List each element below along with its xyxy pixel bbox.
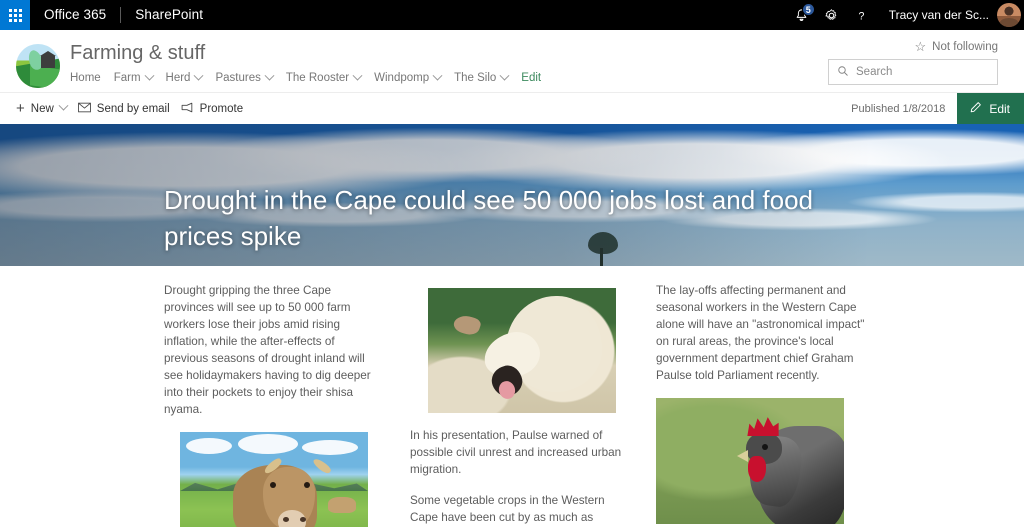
chevron-down-icon bbox=[432, 70, 443, 81]
send-by-email-label: Send by email bbox=[96, 102, 170, 115]
chevron-down-icon bbox=[144, 70, 154, 81]
nav-item-farm[interactable]: Farm bbox=[114, 68, 166, 88]
notification-badge: 5 bbox=[801, 3, 815, 16]
new-button[interactable]: + New bbox=[16, 93, 78, 125]
search-box[interactable] bbox=[828, 59, 998, 85]
chevron-down-icon bbox=[264, 70, 275, 81]
rooster-beak-shape bbox=[737, 450, 748, 462]
search-icon bbox=[837, 65, 849, 80]
hero-title: Drought in the Cape could see 50 000 job… bbox=[164, 185, 814, 251]
chevron-down-icon bbox=[352, 70, 363, 81]
nav-item-label: Herd bbox=[165, 72, 191, 84]
megaphone-icon bbox=[181, 102, 194, 116]
cloud-shape bbox=[238, 434, 298, 454]
site-title-block: Farming & stuff Home Farm Herd Pastures … bbox=[70, 38, 554, 88]
send-by-email-button[interactable]: Send by email bbox=[77, 93, 181, 125]
page-title: Farming & stuff bbox=[70, 42, 206, 64]
plus-icon: + bbox=[16, 100, 25, 117]
site-header: Farming & stuff Home Farm Herd Pastures … bbox=[0, 30, 1024, 92]
logo-barn-shape bbox=[40, 51, 56, 68]
article-column-three: The lay-offs affecting permanent and sea… bbox=[656, 282, 868, 527]
nav-item-windpomp[interactable]: Windpomp bbox=[374, 68, 454, 88]
user-name-label[interactable]: Tracy van der Sc... bbox=[877, 8, 997, 22]
follow-toggle[interactable]: ☆ Not following bbox=[915, 40, 999, 53]
chevron-down-icon bbox=[58, 100, 69, 111]
column-three-paragraph: The lay-offs affecting permanent and sea… bbox=[656, 284, 865, 382]
rooster-photo bbox=[656, 398, 844, 524]
column-two-paragraph-one: In his presentation, Paulse warned of po… bbox=[410, 429, 622, 476]
follow-label: Not following bbox=[932, 40, 998, 53]
gear-icon[interactable] bbox=[817, 0, 847, 30]
pencil-icon bbox=[969, 101, 982, 117]
search-input[interactable] bbox=[856, 66, 989, 78]
distant-cow-shape bbox=[328, 497, 356, 513]
nav-item-label: The Silo bbox=[454, 72, 497, 84]
hero-banner: Drought in the Cape could see 50 000 job… bbox=[0, 124, 1024, 266]
rooster-wattle-shape bbox=[748, 456, 766, 482]
command-bar-right: Published 1/8/2018 Edit bbox=[839, 92, 1024, 125]
suite-bar-right: 5 ? Tracy van der Sc... bbox=[787, 0, 1024, 30]
nav-item-the-rooster[interactable]: The Rooster bbox=[286, 68, 374, 88]
nav-item-label: Home bbox=[70, 72, 101, 84]
article-body: Drought gripping the three Cape province… bbox=[0, 266, 1024, 527]
nav-item-the-silo[interactable]: The Silo bbox=[454, 68, 521, 88]
column-two-paragraph-two: Some vegetable crops in the Western Cape… bbox=[410, 494, 605, 524]
suite-bar: Office 365 SharePoint 5 ? Tracy van der … bbox=[0, 0, 1024, 30]
app-launcher-waffle-icon[interactable] bbox=[0, 0, 30, 30]
nav-item-label: Edit bbox=[521, 72, 542, 84]
waffle-grid bbox=[8, 8, 22, 22]
nav-item-edit[interactable]: Edit bbox=[521, 68, 554, 88]
sharepoint-link[interactable]: SharePoint bbox=[121, 0, 217, 30]
new-label: New bbox=[30, 102, 54, 115]
chevron-down-icon bbox=[499, 70, 510, 81]
cloud-shape bbox=[302, 440, 358, 455]
edit-button-label: Edit bbox=[989, 101, 1010, 116]
nav-item-herd[interactable]: Herd bbox=[166, 68, 216, 88]
office-365-link[interactable]: Office 365 bbox=[30, 0, 120, 30]
avatar[interactable] bbox=[997, 3, 1021, 27]
nav-item-label: Farm bbox=[113, 72, 141, 84]
article-column-one: Drought gripping the three Cape province… bbox=[164, 282, 376, 527]
help-question-icon[interactable]: ? bbox=[847, 0, 877, 30]
nav-item-home[interactable]: Home bbox=[70, 68, 114, 88]
nav-item-label: Pastures bbox=[215, 72, 261, 84]
cloud-shape bbox=[186, 438, 232, 454]
command-bar: + New Send by email Promote Published 1/… bbox=[0, 92, 1024, 125]
nav-item-label: The Rooster bbox=[285, 72, 350, 84]
farm-site-logo[interactable] bbox=[16, 44, 60, 88]
sheep-bleating-photo bbox=[428, 288, 616, 413]
bell-icon[interactable]: 5 bbox=[787, 0, 817, 30]
star-outline-icon: ☆ bbox=[914, 39, 927, 54]
svg-text:?: ? bbox=[859, 10, 865, 22]
rooster-eye-shape bbox=[762, 444, 768, 450]
sheep-ear-shape bbox=[452, 311, 483, 338]
chevron-down-icon bbox=[194, 70, 204, 81]
promote-label: Promote bbox=[199, 102, 244, 115]
site-header-right: ☆ Not following bbox=[828, 38, 1024, 85]
published-status: Published 1/8/2018 bbox=[851, 102, 946, 115]
promote-button[interactable]: Promote bbox=[181, 93, 254, 125]
cow-in-pasture-photo bbox=[180, 432, 368, 527]
site-navigation: Home Farm Herd Pastures The Rooster Wind… bbox=[70, 68, 554, 88]
cow-horn-shape bbox=[311, 456, 332, 476]
column-one-paragraph: Drought gripping the three Cape province… bbox=[164, 284, 371, 416]
article-column-two: In his presentation, Paulse warned of po… bbox=[410, 282, 622, 527]
nav-item-pastures[interactable]: Pastures bbox=[215, 68, 285, 88]
nav-item-label: Windpomp bbox=[374, 72, 430, 84]
rooster-comb-shape bbox=[747, 417, 779, 436]
envelope-icon bbox=[77, 102, 91, 116]
edit-button[interactable]: Edit bbox=[957, 92, 1024, 125]
